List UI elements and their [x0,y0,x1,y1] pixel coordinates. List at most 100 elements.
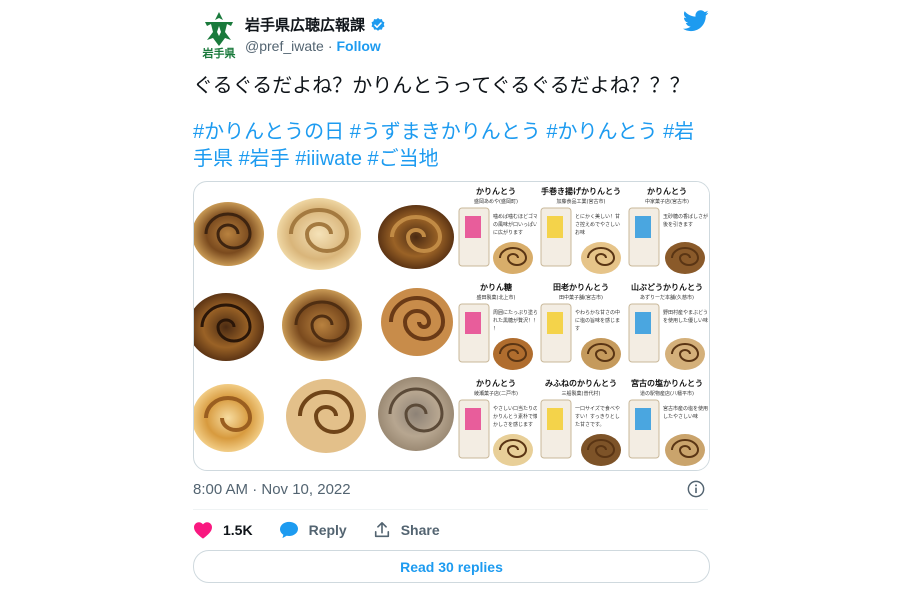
product-package-label [547,408,563,430]
twitter-bird-icon[interactable] [682,10,709,32]
product-note: に広がります [493,229,523,236]
product-note: さ控えめでやさしい [575,221,620,228]
share-icon [374,521,389,538]
product-note: お味 [575,229,585,236]
product-card: 宮古の塩かりんとう道の駅物産店(八幡平市) 宮古市産の塩を使用したやさしい味 [625,374,709,470]
avatar-logo-text: 岩手県 [202,46,236,60]
product-name: かりんとう [647,187,687,196]
hashtags-line-2: 手県 #岩手 #iiiwate #ご当地 [193,146,703,173]
product-package-label [465,408,481,430]
reply-bubble-icon [279,521,298,539]
product-catalog-grid: かりんとう盛岡あめや(盛岡町) 噛めば噛むほどゴマの風味が口いっぱいに広がります 手… [455,182,709,470]
product-package-label [635,408,651,430]
product-note: したやさしい味 [663,413,698,420]
handle-row: @pref_iwate · Follow [245,38,381,54]
product-name: 山ぶどうかりんとう [631,282,703,292]
hashtag-link[interactable]: #ご当地 [368,148,439,170]
product-note: やさしい口当たりの [493,405,538,412]
share-button[interactable]: Share [373,521,440,539]
product-card: 手巻き揚げかりんとう加藤食品工業(宮古市) とにかく美しい！甘さ控えめでやさしいお… [537,182,625,278]
hashtags: #かりんとうの日 #うずまきかりんとう #かりんとう #岩 手県 #岩手 #ii… [193,119,703,173]
product-name: 手巻き揚げかりんとう [541,186,621,196]
divider [193,509,708,510]
cookie-photo [282,289,362,361]
product-package-label [547,216,563,238]
action-bar: 1.5K Reply Share [193,519,466,541]
product-note: す [575,326,580,332]
product-maker: 三船製菓(普代村) [562,390,601,397]
tweet-text-line: ぐるぐるだよね？かりんとうってぐるぐるだよね？？？ [193,75,690,97]
like-button[interactable]: 1.5K [193,521,253,539]
account-name-row: 岩手県広聴広報課 [245,14,386,35]
hashtag-link[interactable]: #かりんとうの日 [193,121,344,143]
product-note: 後を引きます [663,221,693,228]
product-card: かりんとう中家菓子店(宮古市) 玉砂糖の香ばしさが後を引きます [625,182,709,278]
product-card: かりんとう盛岡あめや(盛岡町) 噛めば噛むほどゴマの風味が口いっぱいに広がります [455,182,538,278]
account-name[interactable]: 岩手県広聴広報課 [245,14,365,35]
hashtags-line-1: #かりんとうの日 #うずまきかりんとう #かりんとう #岩 [193,119,703,146]
product-maker: 田中菓子舗(宮古市) [559,294,603,301]
product-card: 田老かりんとう田中菓子舗(宮古市) やわらかな甘さの中に塩の旨味を感じます [537,278,625,374]
product-package-label [547,312,563,334]
cookie-photo [378,205,454,269]
product-note: の風味が口いっぱい [493,221,538,228]
product-note: やわらかな甘さの中 [575,309,620,316]
product-name: みふねのかりんとう [545,379,617,388]
product-card: 山ぶどうかりんとうあずりーだ本舗(久慈市) 野田村産やまぶどうを使用した優しい味 [625,278,709,374]
reply-button[interactable]: Reply [279,521,347,539]
product-note: とにかく美しい！甘 [575,213,620,220]
account-handle[interactable]: @pref_iwate [245,38,324,54]
share-label: Share [400,522,440,538]
hashtag-link[interactable]: #うずまきかりんとう [350,121,541,143]
product-maker: 加藤食品工業(宮古市) [557,198,606,205]
like-count: 1.5K [223,522,253,538]
product-package-label [465,216,481,238]
info-icon[interactable] [687,480,705,498]
product-name: 田老かりんとう [553,282,609,292]
product-package-label [635,312,651,334]
product-note: すい！すっきりとし [575,413,620,420]
tweet-timestamp[interactable]: 8:00 AM · Nov 10, 2022 [193,481,351,498]
product-name: かりんとう [476,187,516,196]
media-image: かりんとう盛岡あめや(盛岡町) 噛めば噛むほどゴマの風味が口いっぱいに広がります 手… [194,182,709,470]
product-note: れた黒糖が贅沢！！ [493,317,538,324]
cookie-photo [194,293,264,361]
reply-label: Reply [308,522,347,538]
avatar[interactable]: 岩手県 [197,10,241,60]
product-note: 野田村産やまぶどう [663,309,708,316]
product-maker: 綾瀬菓子店(二戸市) [474,390,518,397]
product-maker: 道の駅物産店(八幡平市) [640,390,694,397]
product-note: 周囲にたっぷり塗ら [493,309,538,316]
verified-badge-icon [370,17,386,33]
tweet-media[interactable]: かりんとう盛岡あめや(盛岡町) 噛めば噛むほどゴマ の風味が口いっぱい に広がります 手… [193,181,710,471]
product-package-label [635,216,651,238]
separator-dot: · [327,38,333,54]
product-name: 宮古の塩かりんとう [631,378,703,388]
cookie-photo-grid [194,198,454,453]
tweet-text: ぐるぐるだよね？かりんとうってぐるぐるだよね？？？ [193,72,703,100]
hashtag-link[interactable]: #iiiwate [295,148,362,170]
product-note: た甘さです。 [575,421,605,428]
product-note: かりんとう素朴で懐 [493,413,538,420]
product-card: みふねのかりんとう三船製菓(普代村) 一口サイズで食べやすい！すっきりとした甘さで… [537,374,625,470]
product-note: に塩の旨味を感じま [575,317,620,324]
tweet-card: 岩手県 岩手県広聴広報課 @pref_iwate · Follow ぐるぐるだよ… [193,0,710,600]
product-note: 玉砂糖の香ばしさが [663,213,708,220]
product-note: かしさを感じます [493,421,533,428]
hashtag-link[interactable]: #岩 [663,121,694,143]
product-note: 一口サイズで食べや [575,405,620,412]
product-note: 宮古市産の塩を使用 [663,405,708,412]
hashtag-link[interactable]: #岩手 [239,148,290,170]
follow-button[interactable]: Follow [336,38,380,54]
product-maker: 盛岡あめや(盛岡町) [474,198,518,205]
product-name: かりん糖 [480,282,512,292]
product-note: 噛めば噛むほどゴマ [493,213,538,220]
product-maker: 中家菓子店(宮古市) [645,198,689,205]
read-replies-button[interactable]: Read 30 replies [193,550,710,583]
hashtag-link[interactable]: 手県 [193,148,233,170]
product-note: ！ [493,326,498,332]
product-maker: あずりーだ本舗(久慈市) [640,294,694,301]
heart-icon [194,522,212,539]
hashtag-link[interactable]: #かりんとう [546,121,657,143]
product-card: かりん糖盛田製菓(北上市) 周囲にたっぷり塗られた黒糖が贅沢！！ ！ [455,278,538,374]
